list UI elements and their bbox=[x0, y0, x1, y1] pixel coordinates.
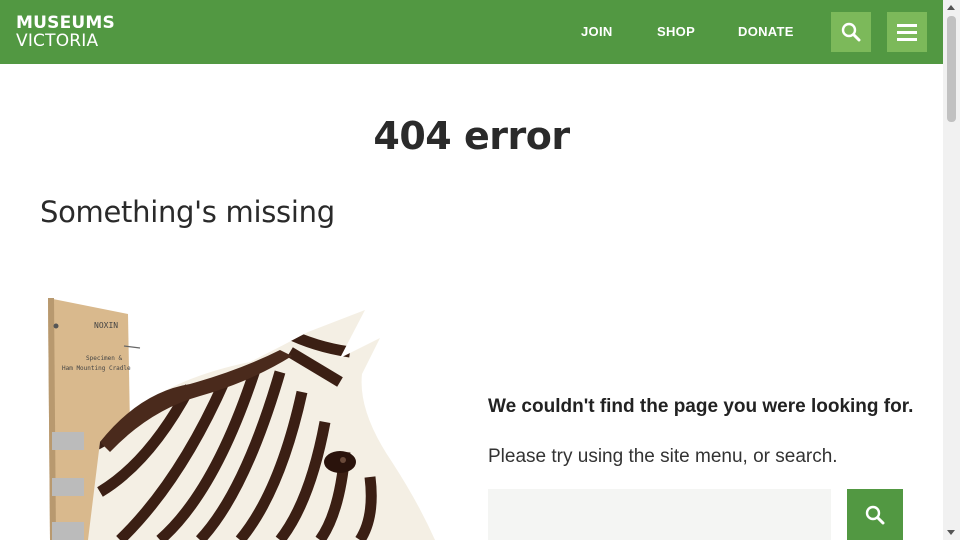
nav-shop-link[interactable]: SHOP bbox=[657, 24, 695, 39]
scroll-down-arrow-icon[interactable] bbox=[947, 530, 955, 535]
hamburger-menu-icon bbox=[897, 23, 917, 41]
site-search-input[interactable] bbox=[488, 489, 831, 540]
header-search-button[interactable] bbox=[831, 12, 871, 52]
search-icon bbox=[865, 505, 885, 524]
logo-line-1: MUSEUMS bbox=[16, 13, 115, 33]
page-scrollbar[interactable] bbox=[943, 0, 960, 540]
board-label-line-3: Ham Mounting Cradle bbox=[62, 365, 131, 372]
not-found-suggestion: Please try using the site menu, or searc… bbox=[488, 446, 838, 467]
zebra-specimen-image: NOXIN Specimen & Ham Mounting Cradle bbox=[48, 298, 435, 540]
site-search-submit-button[interactable] bbox=[847, 489, 903, 540]
museums-victoria-logo[interactable]: MUSEUMS VICTORIA bbox=[16, 14, 115, 50]
menu-button[interactable] bbox=[887, 12, 927, 52]
board-label-line-1: NOXIN bbox=[94, 321, 118, 330]
nav-donate-link[interactable]: DONATE bbox=[738, 24, 794, 39]
not-found-message: We couldn't find the page you were looki… bbox=[488, 396, 914, 417]
page-heading: Something's missing bbox=[40, 195, 335, 229]
search-icon bbox=[841, 22, 861, 42]
scroll-up-arrow-icon[interactable] bbox=[947, 5, 955, 10]
board-label-line-2: Specimen & bbox=[86, 355, 123, 362]
site-header: MUSEUMS VICTORIA JOIN SHOP DONATE bbox=[0, 0, 943, 64]
nav-join-link[interactable]: JOIN bbox=[581, 24, 613, 39]
error-title: 404 error bbox=[373, 114, 570, 158]
logo-line-2: VICTORIA bbox=[16, 31, 99, 51]
scroll-thumb[interactable] bbox=[947, 16, 956, 122]
